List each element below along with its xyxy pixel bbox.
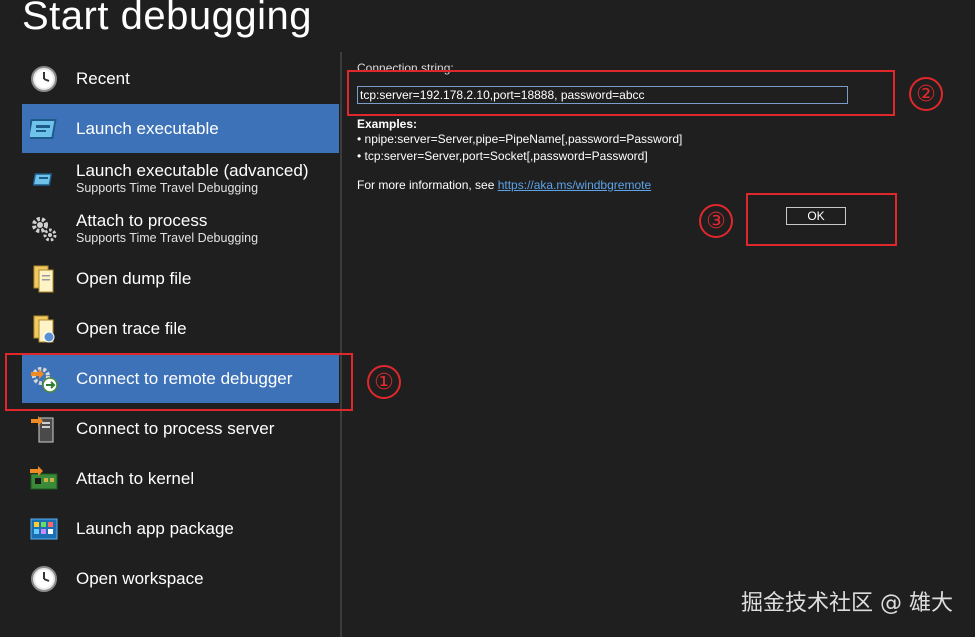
watermark: 掘金技术社区 @ 雄大	[741, 591, 953, 616]
sidebar-item-label: Connect to process server	[76, 418, 275, 438]
kernel-chip-icon	[29, 464, 59, 494]
app-package-icon	[29, 514, 59, 544]
clock-icon	[29, 64, 59, 94]
gears-icon	[29, 214, 59, 244]
example-tcp: • tcp:server=Server,port=Socket[,passwor…	[357, 149, 648, 163]
sidebar-item-label: Launch app package	[76, 518, 234, 538]
sidebar-item-label: Launch executable (advanced)	[76, 161, 309, 180]
examples-heading: Examples:	[357, 117, 418, 131]
sidebar-item-attach-to-kernel[interactable]: Attach to kernel	[22, 454, 339, 503]
page-title: Start debugging	[22, 0, 312, 38]
highlight-box-remote-debugger	[5, 353, 353, 411]
sidebar-item-label: Attach to process	[76, 211, 208, 230]
more-info-link[interactable]: https://aka.ms/windbgremote	[498, 178, 651, 192]
executable-icon	[29, 114, 59, 144]
sidebar-item-label: Open trace file	[76, 318, 187, 338]
sidebar-item-open-dump-file[interactable]: Open dump file	[22, 254, 339, 303]
callout-2: ②	[909, 77, 943, 111]
dump-file-icon	[29, 264, 59, 294]
highlight-box-ok	[746, 193, 897, 246]
sidebar-item-recent[interactable]: Recent	[22, 54, 339, 103]
callout-3: ③	[699, 204, 733, 238]
sidebar-item-launch-executable-advanced[interactable]: Launch executable (advanced) Supports Ti…	[22, 154, 339, 203]
sidebar-item-attach-to-process[interactable]: Attach to process Supports Time Travel D…	[22, 204, 339, 253]
sidebar-item-sublabel: Supports Time Travel Debugging	[76, 231, 259, 245]
sidebar-item-label: Launch executable	[76, 118, 219, 138]
process-server-icon	[29, 414, 59, 444]
sidebar-item-launch-app-package[interactable]: Launch app package	[22, 504, 339, 553]
sidebar: Recent Launch executable Launch executab…	[0, 52, 340, 637]
executable-advanced-icon	[29, 164, 59, 194]
more-info: For more information, see https://aka.ms…	[357, 178, 651, 192]
sidebar-item-sublabel: Supports Time Travel Debugging	[76, 181, 259, 195]
sidebar-item-label: Recent	[76, 68, 130, 88]
sidebar-item-connect-to-process-server[interactable]: Connect to process server	[22, 404, 339, 453]
sidebar-item-label: Open dump file	[76, 268, 192, 288]
more-info-text: For more information, see	[357, 178, 498, 192]
sidebar-item-label: Open workspace	[76, 568, 204, 588]
clock-icon	[29, 564, 59, 594]
sidebar-item-label: Attach to kernel	[76, 468, 195, 488]
sidebar-item-open-trace-file[interactable]: Open trace file	[22, 304, 339, 353]
example-npipe: • npipe:server=Server,pipe=PipeName[,pas…	[357, 132, 683, 146]
trace-file-icon	[29, 314, 59, 344]
sidebar-item-launch-executable[interactable]: Launch executable	[22, 104, 339, 153]
sidebar-item-open-workspace[interactable]: Open workspace	[22, 554, 339, 603]
highlight-box-connection-string	[347, 70, 895, 116]
callout-1: ①	[367, 365, 401, 399]
sidebar-divider	[340, 52, 342, 637]
